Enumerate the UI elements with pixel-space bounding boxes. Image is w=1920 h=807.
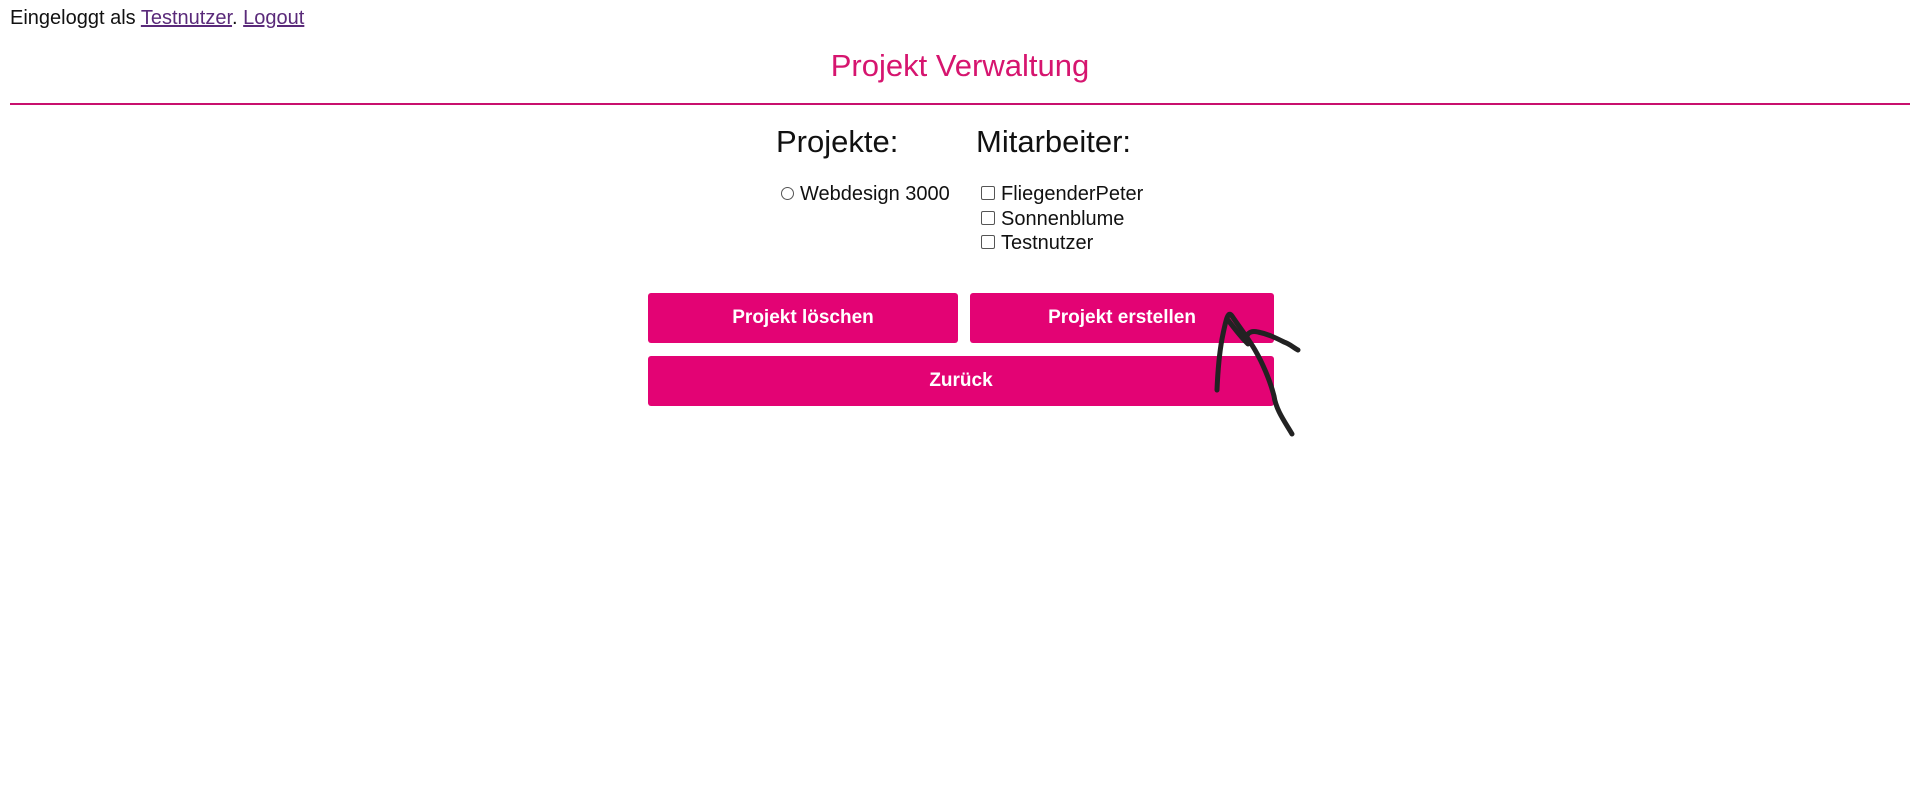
login-prefix-text: Eingeloggt als bbox=[10, 7, 136, 29]
staff-option-testnutzer[interactable]: Testnutzer bbox=[981, 231, 1143, 256]
staff-checkbox[interactable] bbox=[981, 210, 995, 225]
project-management-page: Eingeloggt als Testnutzer. Logout Projek… bbox=[0, 0, 1920, 807]
staff-option-label: FliegenderPeter bbox=[1001, 183, 1144, 205]
create-project-button[interactable]: Projekt erstellen bbox=[970, 293, 1274, 343]
back-button[interactable]: Zurück bbox=[648, 356, 1274, 406]
staff-option-sonnenblume[interactable]: Sonnenblume bbox=[981, 207, 1143, 232]
projects-column: Projekte: Webdesign 3000 bbox=[776, 120, 950, 207]
project-option-label: Webdesign 3000 bbox=[800, 183, 950, 205]
login-status-bar: Eingeloggt als Testnutzer. Logout bbox=[10, 6, 304, 30]
delete-project-button[interactable]: Projekt löschen bbox=[648, 293, 958, 343]
login-separator: . bbox=[232, 7, 238, 29]
projects-heading: Projekte: bbox=[776, 124, 899, 159]
staff-option-label: Testnutzer bbox=[1001, 232, 1094, 254]
staff-heading: Mitarbeiter: bbox=[976, 124, 1132, 159]
staff-column: Mitarbeiter: FliegenderPeter Sonnenblume… bbox=[976, 120, 1143, 256]
title-divider bbox=[10, 103, 1910, 105]
page-title: Projekt Verwaltung bbox=[830, 48, 1090, 83]
staff-option-fliegenderpeter[interactable]: FliegenderPeter bbox=[981, 182, 1143, 207]
projects-list: Webdesign 3000 bbox=[781, 182, 950, 207]
staff-checkbox[interactable] bbox=[981, 235, 995, 250]
staff-checkbox[interactable] bbox=[981, 186, 995, 201]
staff-option-label: Sonnenblume bbox=[1001, 207, 1125, 230]
username-link[interactable]: Testnutzer bbox=[141, 7, 232, 29]
logout-link[interactable]: Logout bbox=[243, 7, 304, 29]
project-option[interactable]: Webdesign 3000 bbox=[781, 182, 950, 207]
project-radio-button[interactable] bbox=[781, 186, 794, 200]
staff-list: FliegenderPeter Sonnenblume Testnutzer bbox=[981, 182, 1143, 256]
